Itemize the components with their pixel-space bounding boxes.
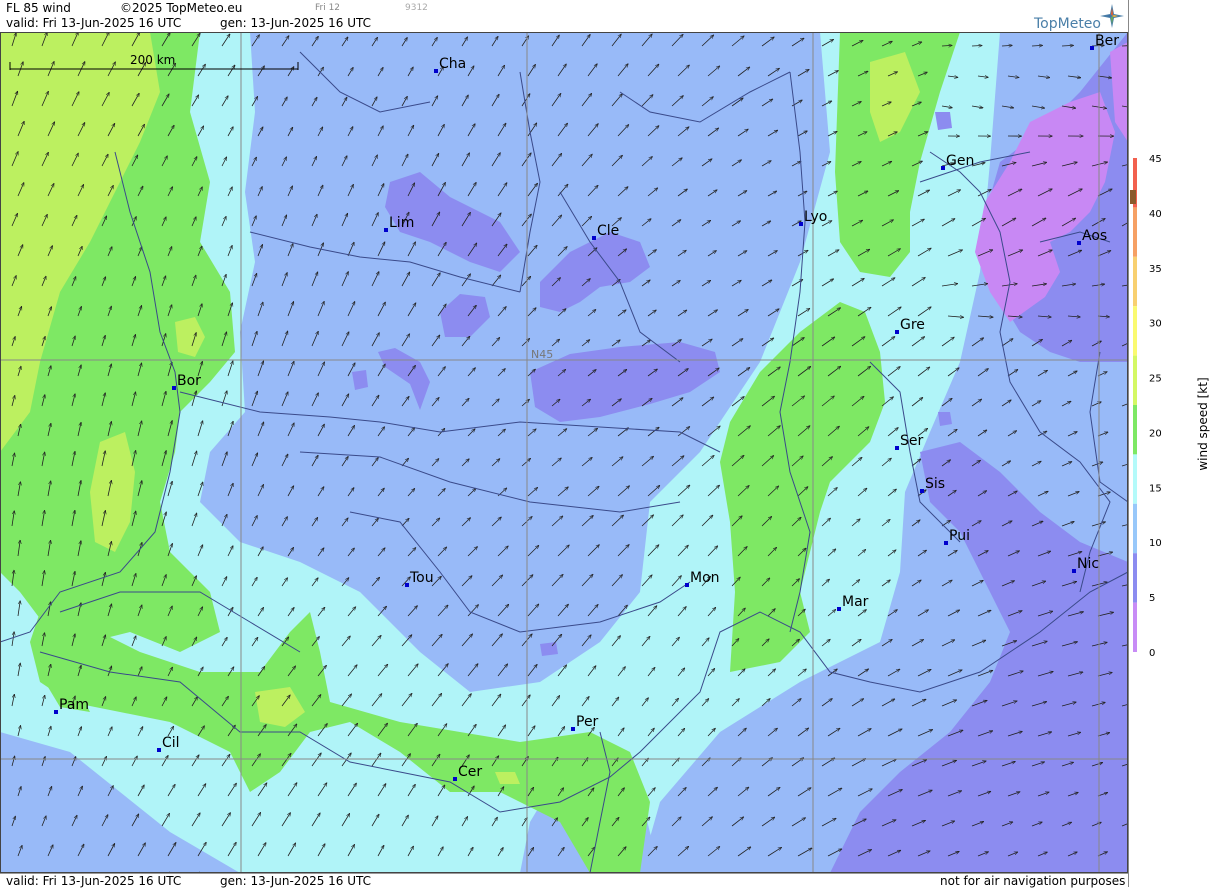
city-ser: Ser — [895, 433, 924, 450]
wind-arrow — [972, 46, 982, 47]
city-mar: Mar — [837, 594, 869, 611]
city-label: Per — [576, 714, 599, 730]
city-marker-icon — [384, 228, 388, 232]
city-label: Mon — [690, 570, 720, 586]
city-marker-icon — [592, 236, 596, 240]
city-aos: Aos — [1077, 228, 1107, 245]
city-marker-icon — [157, 748, 161, 752]
city-label: Gre — [900, 317, 925, 333]
legend-tick-label: 45 — [1149, 154, 1162, 165]
city-nic: Nic — [1072, 556, 1099, 573]
legend-tick-label: 35 — [1149, 264, 1162, 275]
city-label: Gen — [946, 153, 974, 169]
city-mon: Mon — [685, 570, 720, 587]
city-cha: Cha — [434, 56, 466, 73]
city-label: Ber — [1095, 33, 1119, 49]
scale-label: 200 km — [130, 53, 175, 67]
legend-swatch — [1133, 504, 1137, 553]
city-label: Lim — [389, 215, 414, 231]
city-label: Cil — [162, 735, 180, 751]
current-value-marker — [1130, 190, 1136, 204]
wind-map: N45 200 km Cha Ber Gen Lim Cle Lyo Aos Gre Bor Se… — [0, 32, 1128, 873]
legend-swatch — [1133, 454, 1137, 503]
legend-title: wind speed [kt] — [1196, 377, 1210, 470]
legend-tick-label: 40 — [1149, 209, 1162, 220]
city-marker-icon — [1072, 569, 1076, 573]
city-marker-icon — [941, 166, 945, 170]
legend-tick-label: 20 — [1149, 428, 1162, 439]
city-marker-icon — [1077, 241, 1081, 245]
city-label: Bor — [177, 373, 201, 389]
legend-swatch — [1133, 603, 1137, 652]
header-bar: FL 85 wind ©2025 TopMeteo.eu Fri 12 9312… — [0, 0, 1128, 32]
city-marker-icon — [172, 386, 176, 390]
logo-text: TopMeteo — [1034, 16, 1101, 32]
city-cle: Cle — [592, 223, 619, 240]
city-cer: Cer — [453, 764, 482, 781]
city-label: Lyo — [804, 209, 827, 225]
city-label: Sis — [925, 476, 945, 492]
footer-valid-time: valid: Fri 13-Jun-2025 16 UTC — [6, 874, 181, 888]
city-marker-icon — [837, 607, 841, 611]
city-lyo: Lyo — [799, 209, 827, 226]
city-label: Nic — [1077, 556, 1099, 572]
legend-tick-label: 30 — [1149, 319, 1162, 330]
tab-small: Fri 12 — [315, 3, 340, 13]
gen-time: gen: 13-Jun-2025 16 UTC — [220, 16, 371, 30]
legend-swatch — [1133, 356, 1137, 405]
legend-swatch — [1133, 306, 1137, 355]
city-gre: Gre — [895, 317, 925, 334]
city-marker-icon — [571, 727, 575, 731]
city-bor: Bor — [172, 373, 201, 390]
city-tou: Tou — [405, 570, 434, 587]
city-marker-icon — [453, 777, 457, 781]
city-marker-icon — [944, 541, 948, 545]
city-per: Per — [571, 714, 599, 731]
city-gen: Gen — [941, 153, 974, 170]
legend-panel: 45 40 35 30 25 20 15 10 5 0 wind speed [kt] — [1128, 0, 1219, 887]
city-marker-icon — [799, 222, 803, 226]
code-small: 9312 — [405, 3, 428, 13]
city-marker-icon — [434, 69, 438, 73]
footer-bar: valid: Fri 13-Jun-2025 16 UTC gen: 13-Ju… — [0, 873, 1128, 888]
city-ber: Ber — [1090, 33, 1119, 50]
city-label: Pui — [949, 528, 970, 544]
legend-tick-label: 0 — [1149, 648, 1155, 659]
city-label: Cha — [439, 56, 466, 72]
valid-time: valid: Fri 13-Jun-2025 16 UTC — [6, 16, 181, 30]
topmeteo-logo-icon — [1096, 2, 1128, 30]
footer-gen-time: gen: 13-Jun-2025 16 UTC — [220, 874, 371, 888]
legend-swatch — [1133, 207, 1137, 256]
city-label: Pam — [59, 697, 89, 713]
city-marker-icon — [895, 446, 899, 450]
legend-tick-label: 10 — [1149, 538, 1162, 549]
city-label: Ser — [900, 433, 924, 449]
gridline-label: N45 — [531, 348, 553, 361]
city-marker-icon — [405, 583, 409, 587]
legend-tick-label: 15 — [1149, 483, 1162, 494]
color-scale: 45 40 35 30 25 20 15 10 5 0 wind speed [kt] — [1129, 0, 1219, 887]
city-marker-icon — [895, 330, 899, 334]
city-lim: Lim — [384, 215, 414, 232]
copyright: ©2025 TopMeteo.eu — [120, 1, 242, 15]
footer-disclaimer: not for air navigation purposes — [940, 874, 1125, 888]
legend-swatch — [1133, 405, 1137, 454]
product-title: FL 85 wind — [6, 1, 71, 15]
city-label: Cer — [458, 764, 482, 780]
city-label: Mar — [842, 594, 869, 610]
city-label: Tou — [409, 570, 434, 586]
city-marker-icon — [685, 583, 689, 587]
city-marker-icon — [1090, 46, 1094, 50]
legend-swatch — [1133, 257, 1137, 306]
city-pam: Pam — [54, 697, 89, 714]
city-marker-icon — [920, 489, 924, 493]
city-marker-icon — [54, 710, 58, 714]
legend-tick-label: 5 — [1149, 593, 1155, 604]
city-label: Cle — [597, 223, 619, 239]
city-label: Aos — [1082, 228, 1107, 244]
legend-swatch — [1133, 553, 1137, 602]
legend-tick-label: 25 — [1149, 374, 1162, 385]
